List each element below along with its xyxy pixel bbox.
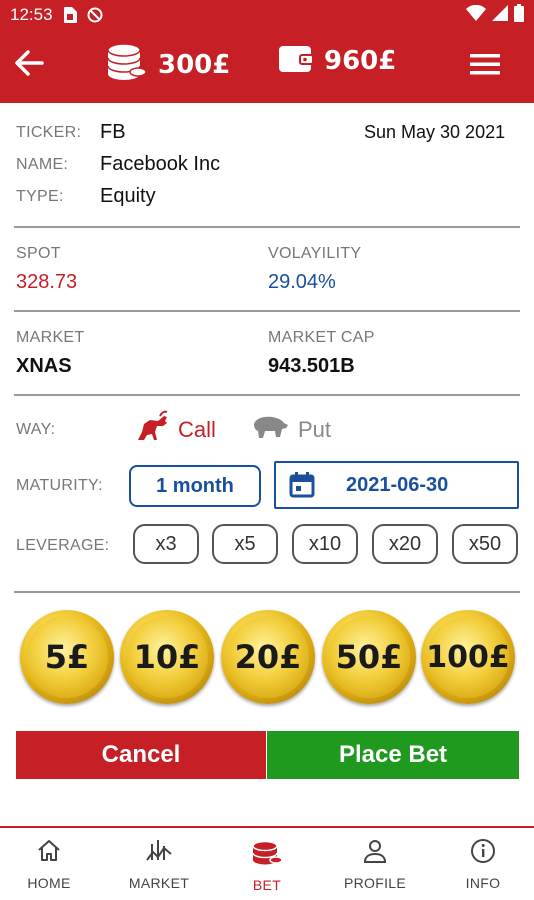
status-bar: 12:53 — [0, 0, 534, 30]
put-label: Put — [298, 416, 332, 442]
spot-label: SPOT — [16, 245, 61, 262]
nav-label: BET — [252, 877, 282, 893]
leverage-x10-button[interactable]: x10 — [292, 524, 358, 564]
divider — [14, 394, 520, 396]
wallet-amount: 960£ — [324, 45, 397, 76]
coin-label: 50£ — [335, 638, 403, 676]
call-option[interactable]: Call — [134, 410, 216, 449]
market-cap-label: MARKET CAP — [268, 329, 375, 346]
market-cap-value: 943.501B — [268, 355, 355, 377]
cancel-button[interactable]: Cancel — [16, 731, 266, 779]
amount-10-coin[interactable]: 10£ — [120, 610, 214, 704]
calendar-icon — [288, 471, 316, 499]
wallet-icon — [278, 42, 314, 79]
maturity-value: 1 month — [156, 474, 234, 497]
coins-amount: 300£ — [158, 49, 231, 80]
volatility-label: VOLAYILITY — [268, 245, 362, 262]
bull-icon — [134, 410, 170, 449]
coin-label: 10£ — [133, 638, 201, 676]
amount-5-coin[interactable]: 5£ — [20, 610, 114, 704]
nav-info[interactable]: INFO — [438, 838, 528, 891]
leverage-x20-button[interactable]: x20 — [372, 524, 438, 564]
leverage-x5-button[interactable]: x5 — [212, 524, 278, 564]
status-time: 12:53 — [10, 5, 53, 24]
ticker-value: FB — [100, 121, 126, 143]
leverage-x50-button[interactable]: x50 — [452, 524, 518, 564]
maturity-date-value: 2021-06-30 — [346, 473, 449, 496]
coin-label: 5£ — [44, 638, 90, 676]
volatility-value: 29.04% — [268, 271, 336, 293]
wifi-icon — [466, 4, 486, 26]
coins-balance: 300£ — [104, 40, 230, 89]
market-value: XNAS — [16, 355, 72, 377]
divider — [14, 226, 520, 228]
amount-20-coin[interactable]: 20£ — [221, 610, 315, 704]
nav-bet[interactable]: BET — [222, 838, 312, 893]
toolbar: 300£ 960£ — [0, 30, 534, 98]
name-label: NAME: — [16, 156, 69, 173]
nav-label: HOME — [27, 875, 71, 891]
coin-label: 100£ — [426, 639, 510, 675]
nav-label: PROFILE — [343, 875, 406, 891]
blocked-icon — [87, 7, 103, 23]
leverage-label: LEVERAGE: — [16, 537, 110, 554]
battery-icon — [514, 3, 524, 27]
wallet-balance: 960£ — [278, 42, 396, 79]
nav-label: MARKET — [128, 875, 190, 891]
market-chart-icon — [145, 838, 173, 869]
app-bar: 12:53 300£ 960£ — [0, 0, 534, 103]
amount-100-coin[interactable]: 100£ — [421, 610, 515, 704]
menu-icon[interactable] — [468, 50, 504, 78]
bottom-nav: HOME MARKET BET PROFILE INFO — [0, 826, 534, 900]
nav-label: INFO — [465, 875, 501, 891]
nav-home[interactable]: HOME — [4, 838, 94, 891]
ticker-label: TICKER: — [16, 124, 82, 141]
name-value: Facebook Inc — [100, 153, 221, 175]
back-arrow-icon[interactable] — [12, 46, 46, 80]
bear-icon — [252, 414, 290, 445]
spot-value: 328.73 — [16, 271, 78, 293]
amount-50-coin[interactable]: 50£ — [322, 610, 416, 704]
call-label: Call — [178, 416, 216, 442]
leverage-x3-button[interactable]: x3 — [133, 524, 199, 564]
coins-stack-icon — [251, 838, 283, 871]
divider — [14, 591, 520, 593]
divider — [14, 310, 520, 312]
put-option[interactable]: Put — [252, 414, 331, 445]
type-label: TYPE: — [16, 188, 64, 205]
home-icon — [36, 838, 62, 869]
type-value: Equity — [100, 185, 156, 207]
way-label: WAY: — [16, 421, 56, 438]
date-text: Sun May 30 2021 — [364, 122, 506, 142]
nav-market[interactable]: MARKET — [114, 838, 204, 891]
info-icon — [470, 838, 496, 869]
maturity-select[interactable]: 1 month — [129, 465, 261, 507]
place-bet-button[interactable]: Place Bet — [267, 731, 519, 779]
signal-icon — [492, 4, 508, 26]
maturity-label: MATURITY: — [16, 477, 103, 494]
sim-card-icon — [63, 7, 77, 23]
coins-stack-icon — [104, 40, 148, 89]
nav-profile[interactable]: PROFILE — [330, 838, 420, 891]
market-label: MARKET — [16, 329, 85, 346]
coin-label: 20£ — [234, 638, 302, 676]
person-icon — [362, 838, 388, 869]
maturity-date-picker[interactable]: 2021-06-30 — [274, 461, 519, 509]
